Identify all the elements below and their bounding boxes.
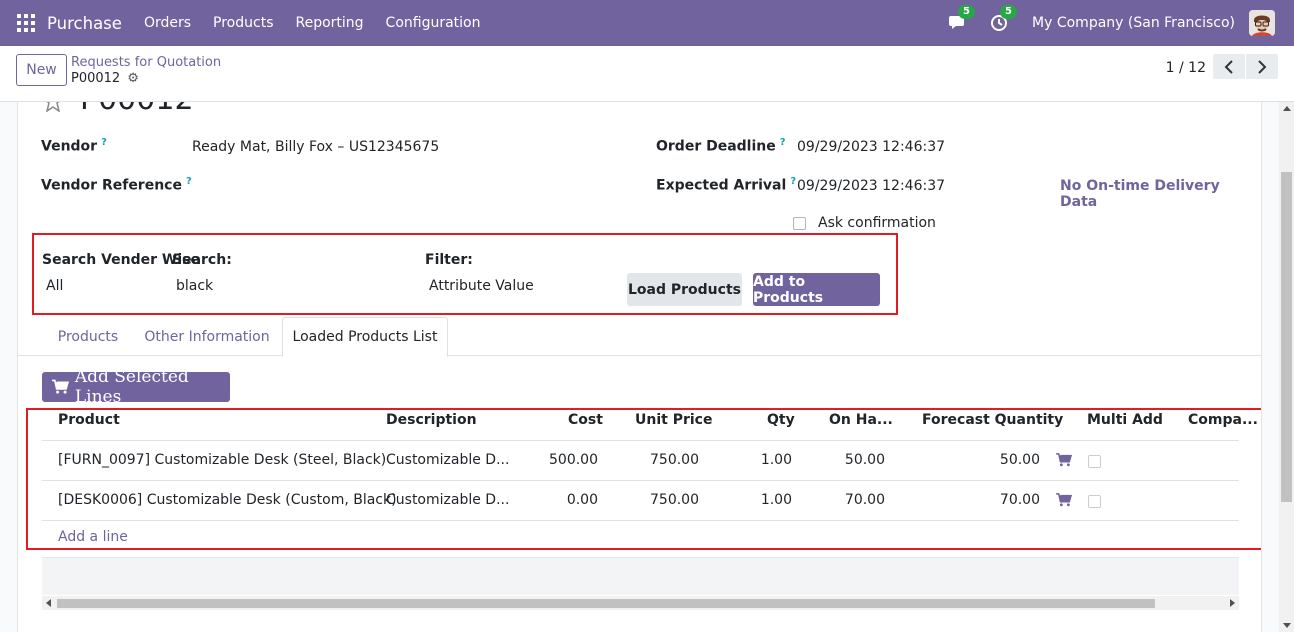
vendor-label: Vendor? [41, 137, 107, 155]
col-multi-add[interactable]: Multi Add [1087, 412, 1163, 428]
filter-label: Filter: [425, 252, 473, 268]
pager-value[interactable]: 1 / 12 [1166, 60, 1206, 76]
row-product[interactable]: [DESK0006] Customizable Desk (Custom, Bl… [58, 492, 397, 508]
menu-orders[interactable]: Orders [144, 15, 191, 31]
table-divider [42, 520, 1239, 521]
row-unit-price[interactable]: 750.00 [650, 492, 699, 508]
breadcrumb-rfq[interactable]: Requests for Quotation [71, 55, 221, 70]
col-qty[interactable]: Qty [767, 412, 795, 428]
row-description[interactable]: Customizable D... [386, 492, 509, 508]
activity-count-badge: 5 [1000, 5, 1017, 19]
menu-products[interactable]: Products [213, 15, 273, 31]
vendor-reference-label: Vendor Reference? [41, 176, 192, 194]
col-unit-price[interactable]: Unit Price [635, 412, 712, 428]
ask-confirmation-label: Ask confirmation [818, 215, 936, 231]
scroll-up-icon[interactable] [1283, 106, 1291, 111]
expected-arrival-label: Expected Arrival? [656, 176, 797, 194]
search-label: Search: [172, 252, 232, 268]
col-forecast-quantity[interactable]: Forecast Quantity [922, 412, 1063, 428]
add-selected-lines-button[interactable]: Add Selected Lines [42, 367, 230, 407]
company-switcher[interactable]: My Company (San Francisco) [1032, 15, 1235, 31]
row-qty[interactable]: 1.00 [761, 492, 792, 508]
activity-clock-icon[interactable]: 5 [990, 5, 1017, 34]
col-product[interactable]: Product [58, 412, 120, 428]
top-navbar: Purchase Orders Products Reporting Confi… [0, 0, 1294, 46]
ask-confirmation-checkbox[interactable] [793, 217, 806, 230]
star-icon[interactable] [42, 102, 64, 112]
col-on-hand[interactable]: On Ha... [829, 412, 893, 428]
scroll-left-icon[interactable] [46, 599, 51, 607]
vertical-scrollbar[interactable] [1279, 102, 1294, 632]
new-button[interactable]: New [16, 54, 67, 86]
col-company[interactable]: Compa... [1188, 412, 1258, 428]
col-description[interactable]: Description [386, 412, 477, 428]
add-a-line-link[interactable]: Add a line [58, 529, 128, 545]
form-sheet: P00012 Vendor? Ready Mat, Billy Fox – US… [17, 102, 1262, 632]
table-empty-area [42, 557, 1239, 595]
expected-arrival-field[interactable]: 09/29/2023 12:46:37 [797, 178, 945, 194]
pager-previous-button[interactable] [1213, 54, 1245, 79]
scroll-right-icon[interactable] [1230, 599, 1235, 607]
row-description[interactable]: Customizable D... [386, 452, 509, 468]
table-row[interactable]: [FURN_0097] Customizable Desk (Steel, Bl… [42, 440, 1239, 480]
cart-icon [52, 379, 69, 394]
row-on-hand: 70.00 [844, 492, 885, 508]
gear-icon[interactable]: ⚙ [127, 71, 139, 86]
row-on-hand: 50.00 [844, 452, 885, 468]
add-selected-lines-label: Add Selected Lines [74, 367, 189, 407]
vendor-field[interactable]: Ready Mat, Billy Fox – US12345675 [192, 139, 439, 155]
multi-add-checkbox[interactable] [1088, 495, 1101, 508]
notebook-tabs: Products Other Information Loaded Produc… [18, 317, 1261, 357]
user-avatar[interactable] [1249, 10, 1275, 36]
vertical-scroll-thumb[interactable] [1281, 172, 1292, 502]
add-to-products-button[interactable]: Add to Products [753, 273, 880, 306]
tab-products[interactable]: Products [42, 317, 134, 356]
row-cost[interactable]: 500.00 [549, 452, 598, 468]
order-title: P00012 [80, 102, 194, 117]
col-cost[interactable]: Cost [568, 412, 603, 428]
filter-select[interactable]: Attribute Value [429, 278, 534, 294]
chat-count-badge: 5 [958, 5, 975, 19]
cart-icon[interactable] [1056, 493, 1072, 507]
row-cost[interactable]: 0.00 [567, 492, 598, 508]
horizontal-scrollbar[interactable] [42, 596, 1239, 610]
pager-next-button[interactable] [1246, 54, 1278, 79]
chat-icon[interactable]: 5 [948, 5, 975, 34]
on-time-delivery-link[interactable]: No On-time Delivery Data [1060, 178, 1261, 210]
control-panel: New Requests for Quotation P00012 ⚙ 1 / … [0, 46, 1294, 102]
table-row[interactable]: [DESK0006] Customizable Desk (Custom, Bl… [42, 480, 1239, 520]
scroll-down-icon[interactable] [1283, 623, 1291, 628]
multi-add-checkbox[interactable] [1088, 455, 1101, 468]
vendor-wise-select[interactable]: All [46, 278, 63, 294]
breadcrumb-current: P00012 ⚙ [71, 71, 139, 86]
order-deadline-field[interactable]: 09/29/2023 12:46:37 [797, 139, 945, 155]
row-forecast: 50.00 [999, 452, 1040, 468]
cart-icon[interactable] [1056, 453, 1072, 467]
row-unit-price[interactable]: 750.00 [650, 452, 699, 468]
row-qty[interactable]: 1.00 [761, 452, 792, 468]
load-products-button[interactable]: Load Products [627, 273, 742, 306]
search-input[interactable]: black [176, 278, 213, 294]
order-deadline-label: Order Deadline? [656, 137, 786, 155]
tab-other-information[interactable]: Other Information [136, 317, 278, 356]
tab-loaded-products-list[interactable]: Loaded Products List [282, 317, 448, 357]
menu-reporting[interactable]: Reporting [295, 15, 363, 31]
record-name: P00012 [71, 71, 121, 86]
menu-configuration[interactable]: Configuration [386, 15, 481, 31]
row-product[interactable]: [FURN_0097] Customizable Desk (Steel, Bl… [58, 452, 386, 468]
chevron-right-icon [1258, 59, 1267, 74]
row-forecast: 70.00 [999, 492, 1040, 508]
apps-menu-icon[interactable] [17, 14, 35, 32]
horizontal-scroll-thumb[interactable] [57, 599, 1155, 608]
chevron-left-icon [1224, 59, 1233, 74]
app-name[interactable]: Purchase [47, 14, 122, 33]
